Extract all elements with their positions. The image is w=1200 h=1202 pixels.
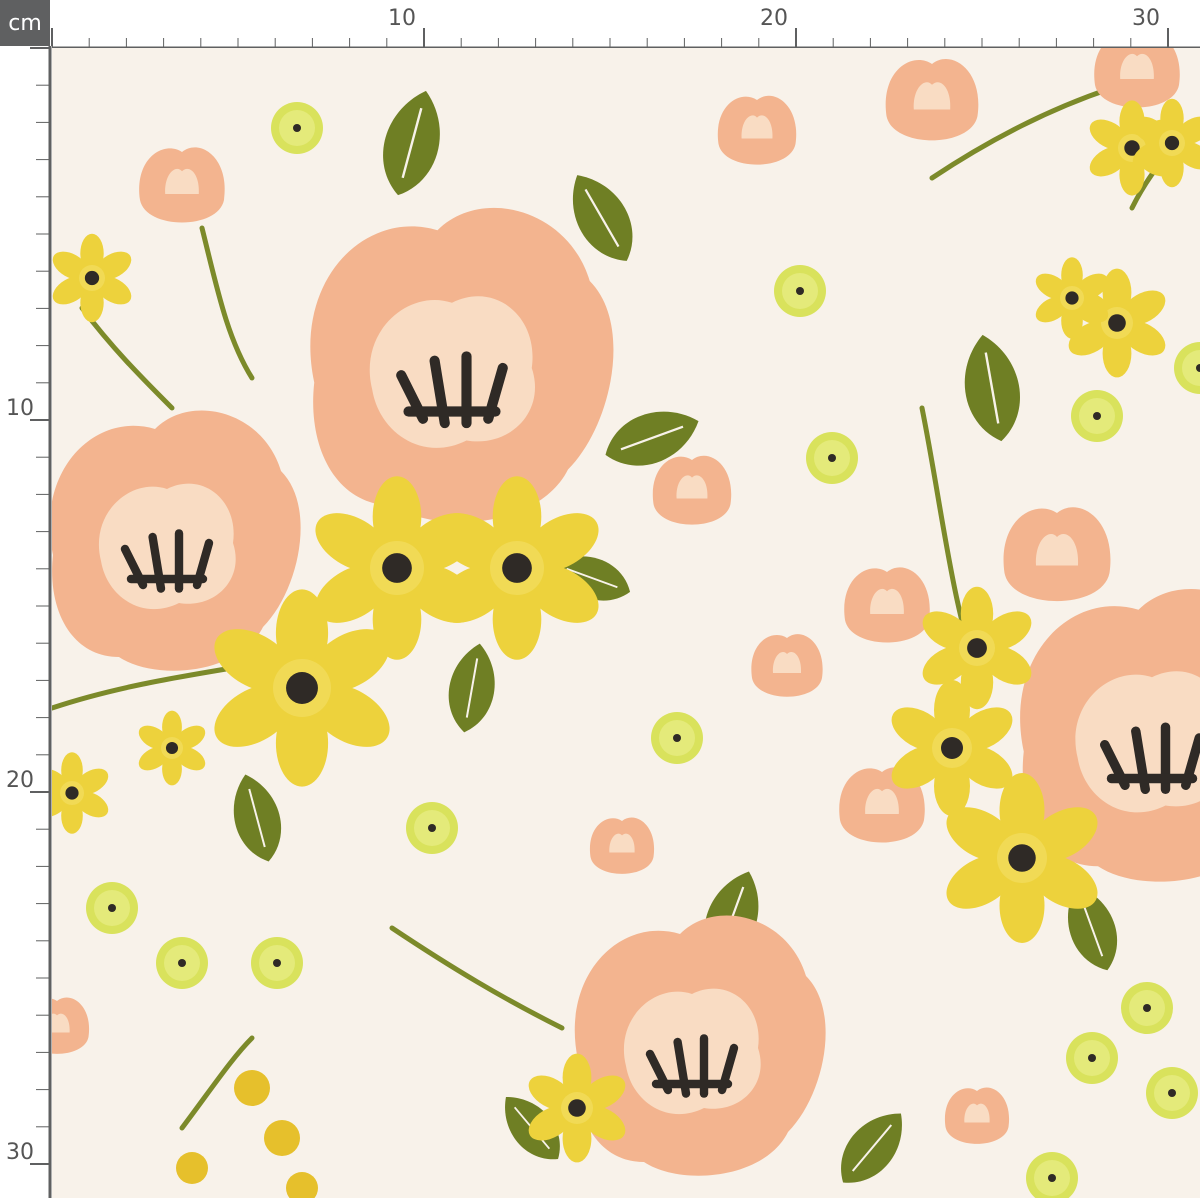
floral-pattern-swatch — [52, 48, 1200, 1198]
horizontal-ruler: 10 20 30 — [50, 0, 1200, 50]
vertical-ruler-ticks — [30, 46, 52, 1202]
top-ruler-label-30: 30 — [1132, 6, 1160, 31]
vertical-ruler: 10 20 30 — [0, 46, 52, 1202]
left-ruler-label-30: 30 — [6, 1140, 34, 1165]
unit-label: cm — [8, 10, 42, 36]
unit-badge: cm — [0, 0, 50, 46]
fabric-swatch — [52, 48, 1200, 1198]
top-ruler-label-10: 10 — [388, 6, 416, 31]
left-ruler-label-10: 10 — [6, 396, 34, 421]
left-ruler-label-20: 20 — [6, 768, 34, 793]
horizontal-ruler-ticks — [50, 28, 1200, 50]
top-ruler-label-20: 20 — [760, 6, 788, 31]
